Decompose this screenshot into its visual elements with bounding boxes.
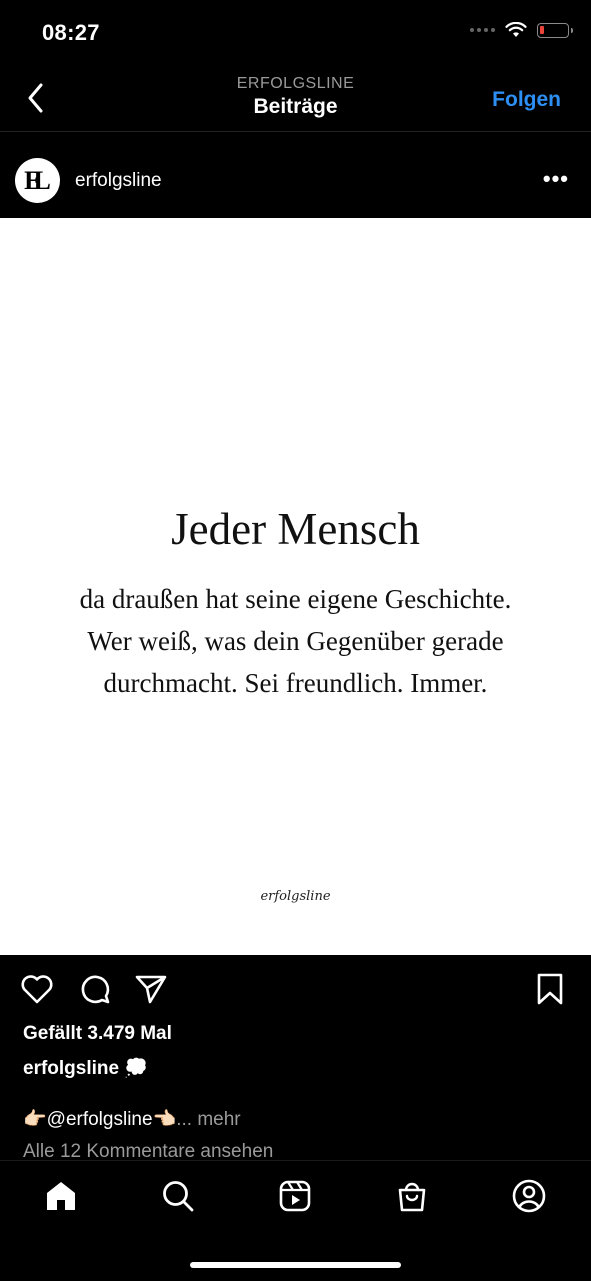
avatar[interactable]: EL — [15, 158, 60, 203]
quote-line: Wer weiß, was dein Gegenüber gerade — [87, 626, 504, 656]
quote-line: da draußen hat seine eigene Geschichte. — [79, 584, 512, 614]
search-icon[interactable] — [160, 1178, 196, 1214]
status-time: 08:27 — [42, 20, 100, 45]
header-divider — [0, 131, 591, 132]
share-icon[interactable] — [133, 971, 169, 1007]
post-username[interactable]: erfolgsline — [75, 170, 162, 192]
quote-body: da draußen hat seine eigene Geschichte. … — [40, 578, 551, 704]
more-options-icon[interactable]: ••• — [543, 166, 569, 192]
likes-count[interactable]: Gefällt 3.479 Mal — [23, 1023, 172, 1045]
home-icon[interactable] — [43, 1178, 79, 1214]
image-watermark: erfolgsline — [260, 889, 331, 904]
caption-mention[interactable]: 👉🏻@erfolgsline👈🏻 — [23, 1109, 176, 1130]
quote-line: durchmacht. Sei freundlich. Immer. — [103, 668, 488, 698]
battery-icon — [537, 22, 573, 38]
shop-icon[interactable] — [394, 1178, 430, 1214]
caption-username[interactable]: erfolgsline — [23, 1058, 119, 1079]
profile-icon[interactable] — [511, 1178, 547, 1214]
home-indicator[interactable] — [190, 1262, 401, 1268]
follow-button[interactable]: Folgen — [492, 88, 561, 112]
bookmark-icon[interactable] — [532, 971, 568, 1007]
quote-title: Jeder Mensch — [171, 504, 420, 554]
thought-bubble-emoji: 💭 — [124, 1058, 149, 1079]
caption-header: erfolgsline 💭 — [23, 1056, 148, 1080]
reels-icon[interactable] — [277, 1178, 313, 1214]
heart-icon[interactable] — [19, 971, 55, 1007]
erfolgsline-logo-icon: EL — [24, 165, 51, 195]
wifi-icon — [505, 22, 527, 37]
more-link[interactable]: ... mehr — [176, 1109, 240, 1130]
comment-icon[interactable] — [77, 971, 113, 1007]
signal-icon — [470, 28, 495, 32]
status-icons — [470, 22, 573, 38]
caption-text: 👉🏻@erfolgsline👈🏻... mehr — [23, 1107, 241, 1131]
